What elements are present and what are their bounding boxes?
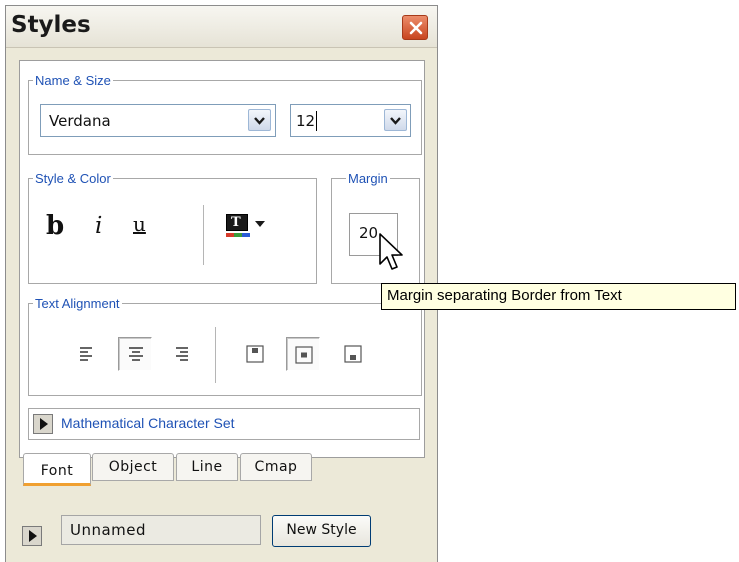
close-x-icon — [409, 21, 423, 35]
triangle-right-icon — [40, 418, 48, 430]
underline-button[interactable]: u — [133, 212, 146, 236]
chevron-down-icon — [254, 117, 265, 125]
margin-legend: Margin — [348, 171, 388, 186]
triangle-right-icon — [29, 530, 37, 542]
chevron-down-icon — [255, 221, 265, 227]
tab-font[interactable]: Font — [23, 453, 91, 486]
font-settings-panel: Name & Size Verdana 12 Style & Color b i — [19, 60, 425, 458]
valign-top-icon — [246, 345, 264, 363]
font-name-combo[interactable]: Verdana — [40, 104, 276, 137]
tab-line[interactable]: Line — [176, 453, 238, 481]
tab-cmap-label: Cmap — [254, 459, 298, 475]
expand-button[interactable] — [33, 414, 53, 434]
title-bar[interactable]: Styles — [6, 6, 437, 48]
new-style-button[interactable]: New Style — [272, 515, 371, 547]
font-name-dropdown-button[interactable] — [248, 109, 271, 131]
text-color-swatch: T — [226, 214, 248, 231]
close-button[interactable] — [402, 15, 428, 40]
align-center-button[interactable] — [118, 337, 152, 371]
tab-cmap[interactable]: Cmap — [240, 453, 312, 481]
bold-button[interactable]: b — [46, 211, 64, 241]
font-size-value: 12 — [296, 112, 316, 130]
valign-middle-icon — [295, 346, 313, 364]
valign-bottom-icon — [344, 345, 362, 363]
align-center-icon — [129, 347, 143, 361]
style-list-expand-button[interactable] — [22, 526, 42, 546]
separator — [203, 205, 204, 265]
styles-window: Styles Name & Size Verdana 12 Style & Co… — [5, 5, 438, 562]
mouse-pointer-icon — [379, 233, 403, 270]
text-caret — [316, 111, 317, 131]
text-alignment-legend: Text Alignment — [35, 296, 120, 311]
tab-line-label: Line — [191, 459, 223, 475]
font-size-dropdown-button[interactable] — [384, 109, 407, 131]
style-color-legend: Style & Color — [35, 171, 111, 186]
math-charset-label: Mathematical Character Set — [61, 415, 235, 431]
separator — [215, 327, 216, 383]
text-color-button[interactable]: T — [226, 214, 268, 240]
math-charset-expander[interactable]: Mathematical Character Set — [28, 408, 420, 440]
style-name-field[interactable]: Unnamed — [61, 515, 261, 545]
font-size-combo[interactable]: 12 — [290, 104, 411, 137]
tab-object-label: Object — [108, 459, 158, 475]
chevron-down-icon — [390, 117, 401, 125]
valign-top-button[interactable] — [244, 343, 266, 365]
margin-tooltip: Margin separating Border from Text — [381, 283, 736, 310]
color-bar-red — [226, 233, 234, 237]
font-name-value: Verdana — [49, 112, 111, 130]
window-title: Styles — [11, 12, 91, 38]
text-color-glyph: T — [231, 215, 241, 230]
align-left-icon — [80, 347, 92, 361]
align-right-icon — [176, 347, 188, 361]
tab-font-label: Font — [40, 463, 74, 479]
margin-value: 20 — [359, 224, 379, 242]
italic-button[interactable]: i — [95, 213, 102, 239]
align-left-button[interactable] — [76, 343, 98, 365]
valign-bottom-button[interactable] — [342, 343, 364, 365]
tab-object[interactable]: Object — [92, 453, 174, 481]
style-color-group: Style & Color — [28, 171, 317, 284]
align-right-button[interactable] — [170, 343, 192, 365]
color-bar-green — [234, 233, 242, 237]
valign-middle-button[interactable] — [286, 337, 320, 371]
name-size-legend: Name & Size — [35, 73, 111, 88]
color-bar-blue — [242, 233, 250, 237]
